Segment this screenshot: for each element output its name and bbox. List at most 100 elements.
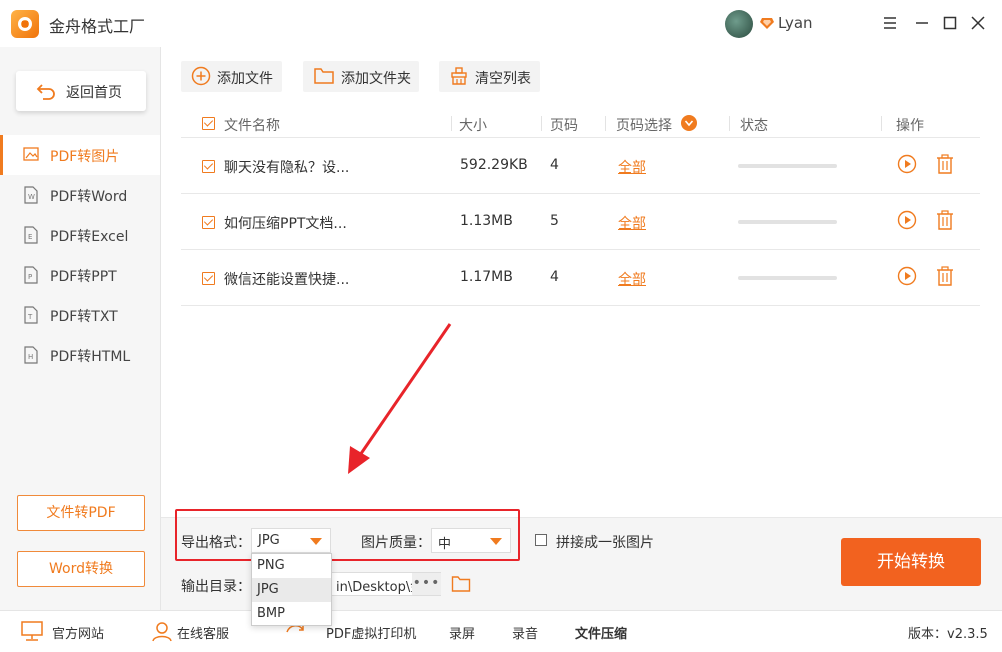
header-page-select: 页码选择 — [616, 118, 672, 134]
browse-more-button[interactable]: ••• — [412, 573, 441, 595]
page-count: 5 — [550, 213, 559, 229]
file-size: 1.13MB — [460, 213, 513, 229]
vip-diamond-icon — [760, 18, 774, 29]
excel-file-icon: E — [24, 226, 38, 244]
add-folder-button[interactable]: 添加文件夹 — [303, 61, 419, 92]
quality-label: 图片质量： — [361, 535, 431, 551]
sidebar-item-pdf-to-word[interactable]: W PDF转Word — [0, 175, 160, 215]
close-icon[interactable] — [967, 12, 989, 34]
sidebar-item-pdf-to-html[interactable]: H PDF转HTML — [0, 335, 160, 375]
file-table-header: 文件名称 大小 页码 页码选择 状态 操作 — [181, 109, 980, 138]
image-file-icon — [23, 147, 39, 161]
output-dir-value: in\Desktop\金 — [336, 580, 414, 595]
add-file-button[interactable]: 添加文件 — [181, 61, 282, 92]
sidebar-item-pdf-to-txt[interactable]: T PDF转TXT — [0, 295, 160, 335]
sidebar-item-pdf-to-image[interactable]: PDF转图片 — [0, 135, 160, 175]
plus-circle-icon — [191, 66, 211, 86]
play-icon[interactable] — [897, 266, 917, 286]
output-label: 输出目录： — [181, 579, 251, 595]
file-name: 聊天没有隐私？设... — [224, 160, 350, 176]
column-divider — [451, 116, 452, 131]
format-option-jpg[interactable]: JPG — [252, 578, 331, 602]
minimize-icon[interactable] — [911, 12, 933, 34]
svg-text:W: W — [28, 193, 35, 201]
header-size: 大小 — [459, 118, 487, 134]
official-website-link[interactable]: 官方网站 — [52, 623, 104, 642]
table-row[interactable]: 微信还能设置快捷... 1.17MB 4 全部 — [181, 250, 980, 306]
status-bar: 官方网站 在线客服 PDF虚拟打印机 录屏 录音 文件压缩 版本：v2.3.5 — [0, 610, 1002, 652]
html-file-icon: H — [24, 346, 38, 364]
svg-text:E: E — [28, 233, 32, 241]
quality-select[interactable]: 中 — [431, 528, 511, 553]
pdf-printer-link[interactable]: PDF虚拟打印机 — [326, 623, 416, 642]
header-action: 操作 — [896, 118, 924, 134]
customer-service-icon — [152, 622, 172, 642]
row-checkbox[interactable] — [202, 272, 215, 285]
txt-file-icon: T — [24, 306, 38, 324]
stitch-checkbox[interactable] — [535, 534, 547, 546]
column-divider — [541, 116, 542, 131]
table-row[interactable]: 如何压缩PPT文档... 1.13MB 5 全部 — [181, 194, 980, 250]
row-checkbox[interactable] — [202, 216, 215, 229]
format-option-bmp[interactable]: BMP — [252, 602, 331, 626]
chevron-down-icon — [310, 538, 322, 545]
trash-icon[interactable] — [935, 266, 955, 286]
audio-record-link[interactable]: 录音 — [512, 623, 538, 642]
trash-icon[interactable] — [935, 154, 955, 174]
home-button[interactable]: 返回首页 — [16, 71, 146, 111]
format-value: JPG — [258, 533, 280, 548]
page-select-link[interactable]: 全部 — [618, 269, 646, 289]
select-all-checkbox[interactable] — [202, 117, 215, 130]
format-label: 导出格式： — [181, 535, 251, 551]
column-divider — [605, 116, 606, 131]
page-select-link[interactable]: 全部 — [618, 213, 646, 233]
table-row[interactable]: 聊天没有隐私？设... 592.29KB 4 全部 — [181, 138, 980, 194]
username[interactable]: Lyan — [778, 14, 813, 32]
sidebar-item-label: PDF转Excel — [50, 229, 129, 245]
svg-text:T: T — [27, 313, 33, 321]
start-convert-button[interactable]: 开始转换 — [841, 538, 981, 586]
maximize-icon[interactable] — [939, 12, 961, 34]
progress-bar — [738, 164, 837, 168]
column-divider — [881, 116, 882, 131]
app-logo-icon — [11, 10, 39, 38]
back-arrow-icon — [36, 84, 55, 100]
header-name: 文件名称 — [224, 118, 280, 134]
clear-list-button[interactable]: 清空列表 — [439, 61, 540, 92]
word-file-icon: W — [24, 186, 38, 204]
word-convert-button[interactable]: Word转换 — [17, 551, 145, 587]
header-pages: 页码 — [550, 118, 578, 134]
progress-bar — [738, 220, 837, 224]
file-size: 592.29KB — [460, 157, 528, 173]
menu-icon[interactable] — [879, 12, 901, 34]
page-select-link[interactable]: 全部 — [618, 157, 646, 177]
file-compress-link[interactable]: 文件压缩 — [575, 623, 627, 642]
version-label: 版本：v2.3.5 — [908, 627, 988, 642]
home-button-label: 返回首页 — [66, 85, 122, 101]
sidebar-item-pdf-to-excel[interactable]: E PDF转Excel — [0, 215, 160, 255]
file-name: 微信还能设置快捷... — [224, 272, 350, 288]
play-icon[interactable] — [897, 154, 917, 174]
add-folder-label: 添加文件夹 — [341, 71, 411, 87]
monitor-icon — [21, 621, 43, 641]
chevron-down-icon — [490, 538, 502, 545]
play-icon[interactable] — [897, 210, 917, 230]
row-checkbox[interactable] — [202, 160, 215, 173]
format-select[interactable]: JPG — [251, 528, 331, 553]
column-divider — [729, 116, 730, 131]
trash-icon[interactable] — [935, 210, 955, 230]
avatar[interactable] — [725, 10, 753, 38]
file-to-pdf-button[interactable]: 文件转PDF — [17, 495, 145, 531]
online-service-link[interactable]: 在线客服 — [177, 623, 229, 642]
format-dropdown-menu: PNG JPG BMP — [251, 553, 332, 626]
progress-bar — [738, 276, 837, 280]
format-option-png[interactable]: PNG — [252, 554, 331, 578]
screen-record-link[interactable]: 录屏 — [449, 623, 475, 642]
file-name: 如何压缩PPT文档... — [224, 216, 347, 232]
svg-text:H: H — [28, 353, 33, 361]
sidebar-item-pdf-to-ppt[interactable]: P PDF转PPT — [0, 255, 160, 295]
page-select-dropdown-icon[interactable] — [681, 115, 697, 131]
folder-icon[interactable] — [451, 574, 471, 594]
folder-icon — [314, 68, 334, 84]
page-count: 4 — [550, 157, 559, 173]
